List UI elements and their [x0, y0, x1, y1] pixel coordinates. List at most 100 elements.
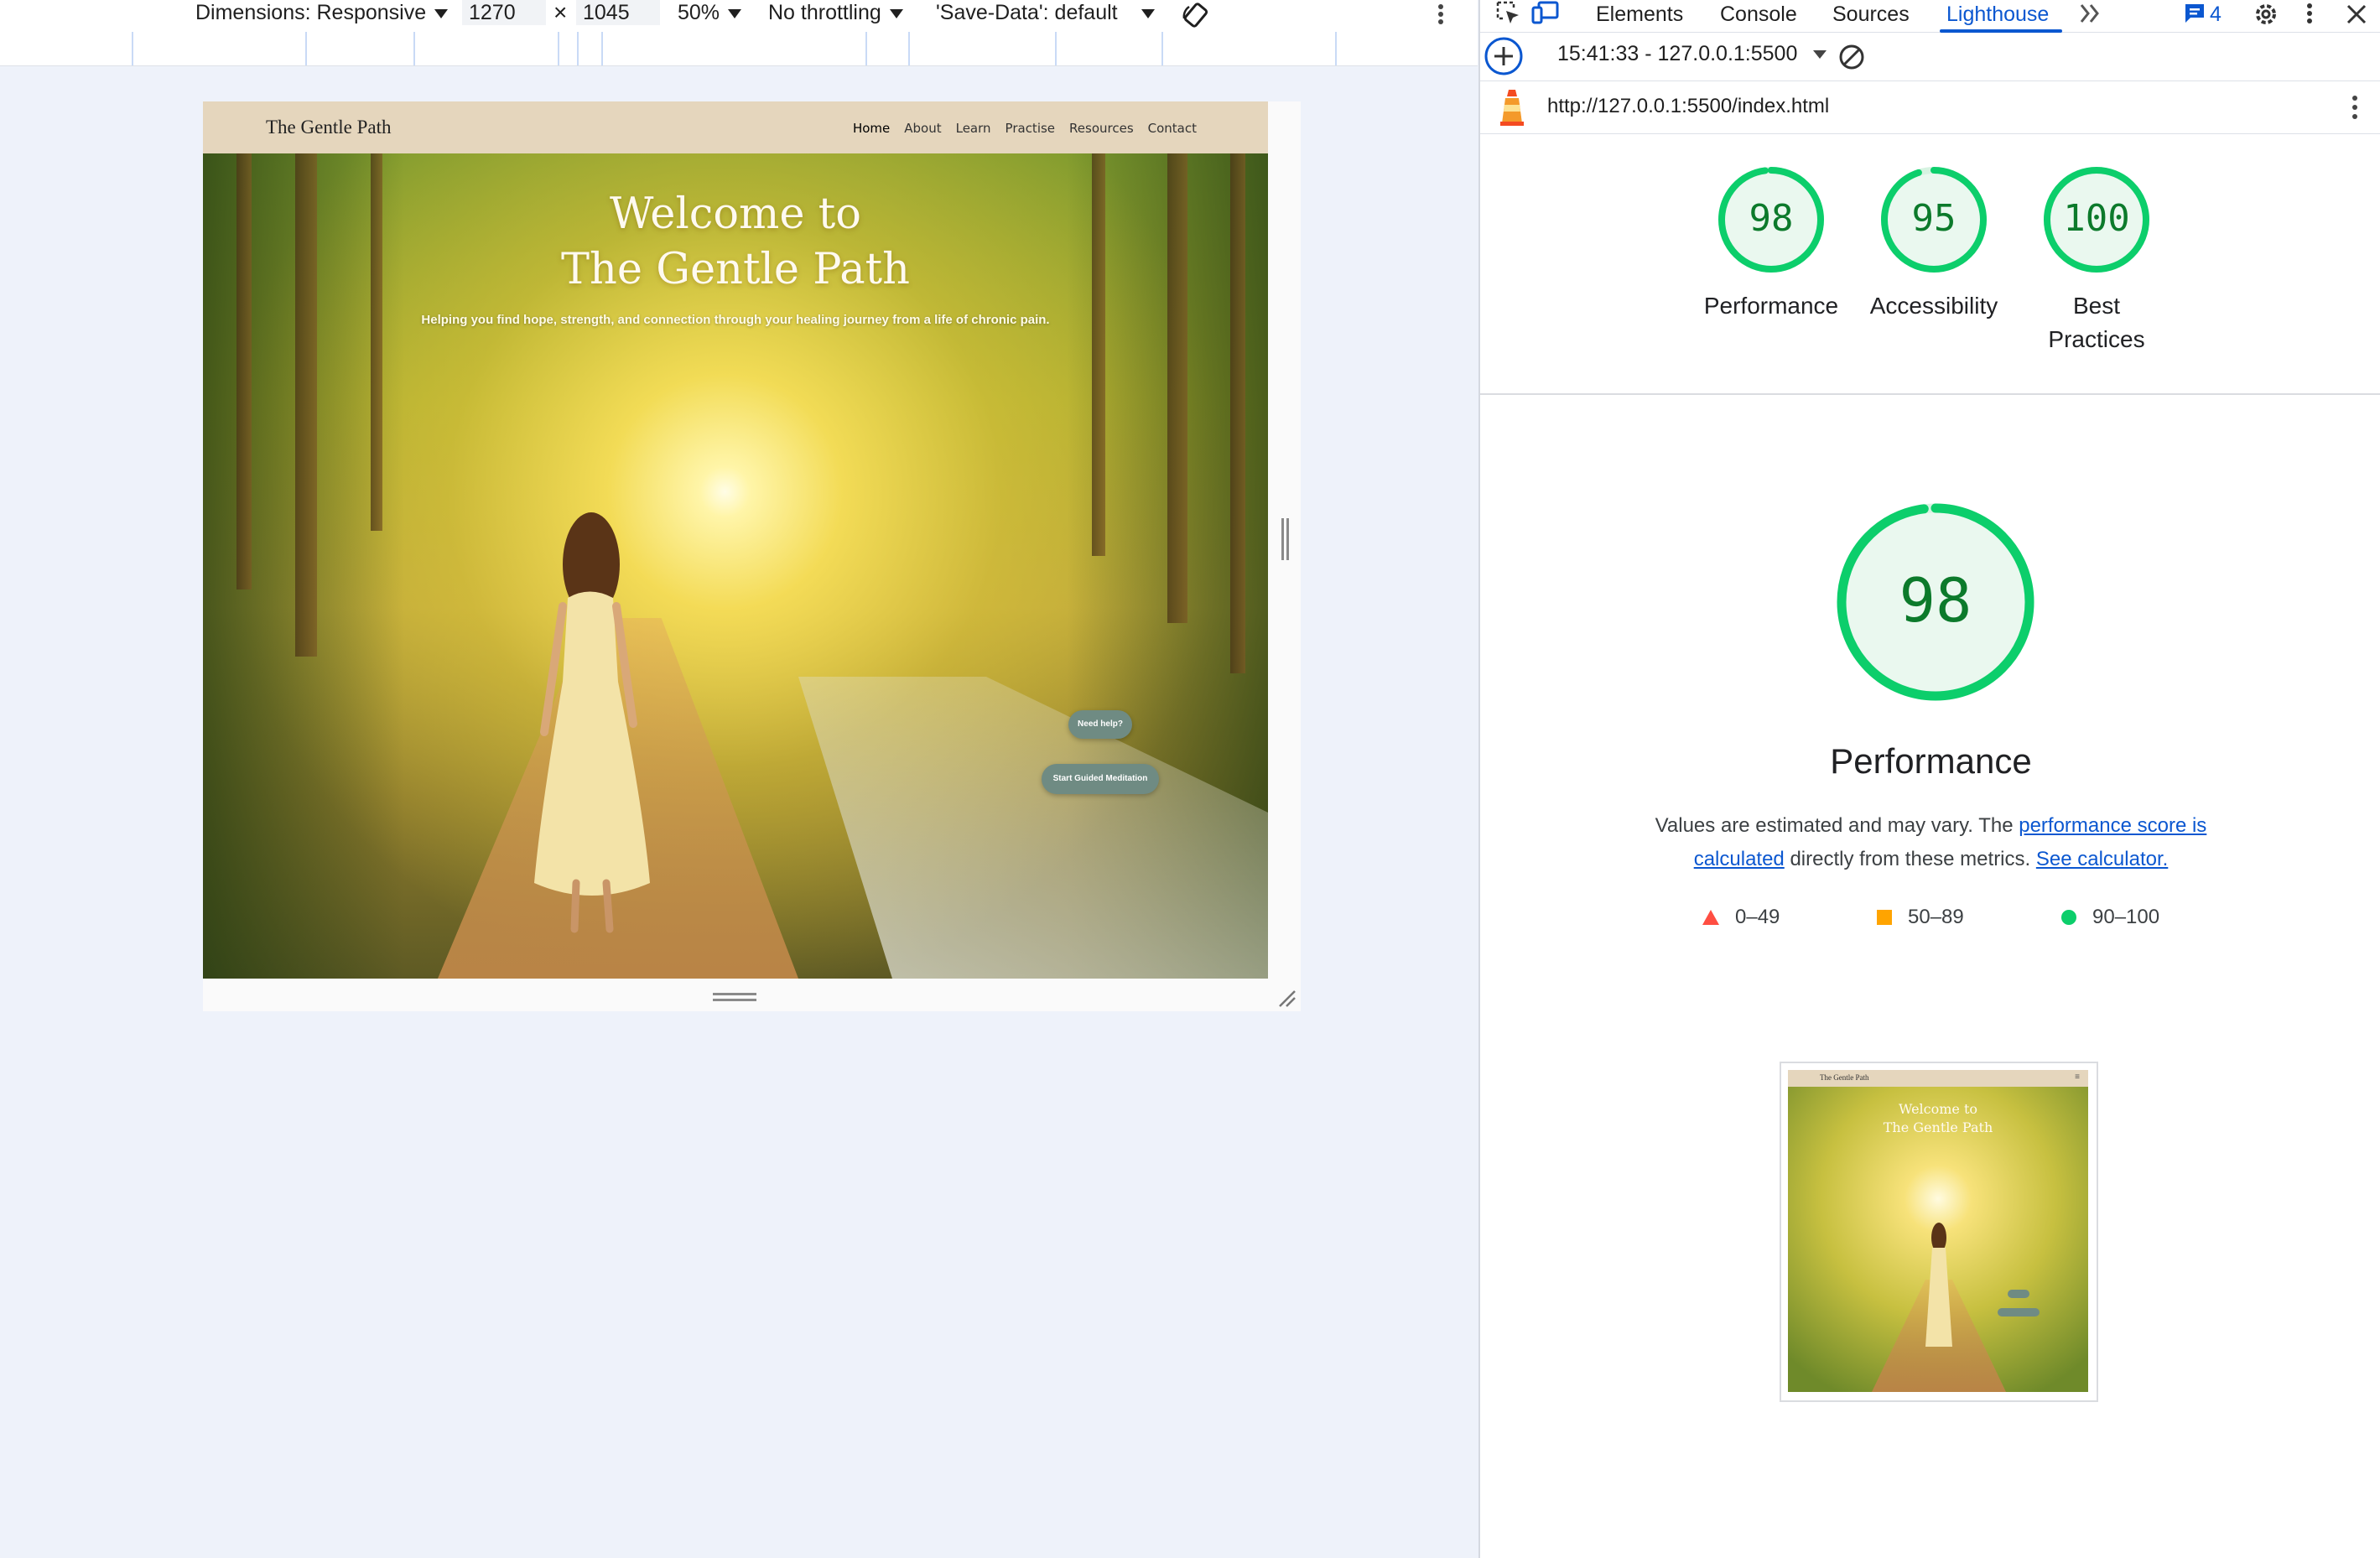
nav-link-home[interactable]: Home	[853, 121, 890, 136]
gauge-ring: 98	[1718, 167, 1824, 273]
gauge-best-practices[interactable]: 100	[2040, 164, 2153, 280]
resize-corner-icon[interactable]	[1276, 988, 1297, 1008]
legend-fail: 0–49	[1702, 906, 1780, 929]
settings-gear-icon[interactable]	[2252, 0, 2280, 29]
green-circle-icon	[2061, 910, 2076, 925]
report-menu-icon[interactable]	[2347, 93, 2362, 122]
dimensions-label: Dimensions: Responsive	[195, 1, 427, 24]
legend-pass-label: 90–100	[2092, 906, 2160, 928]
dimensions-dropdown[interactable]: Dimensions: Responsive	[195, 0, 449, 30]
start-meditation-button[interactable]: Start Guided Meditation	[1042, 764, 1159, 794]
ruler-tick	[305, 32, 307, 65]
chevron-down-icon	[1141, 8, 1155, 18]
orange-square-icon	[1877, 910, 1892, 925]
save-data-dropdown[interactable]: 'Save-Data': default	[936, 0, 1155, 30]
thumbnail-title: Welcome to The Gentle Path	[1788, 1100, 2088, 1137]
ruler-tick	[908, 32, 910, 65]
device-toolbar-toggle-icon[interactable]	[1530, 0, 1561, 27]
report-selector[interactable]: 15:41:33 - 127.0.0.1:5500	[1557, 42, 1827, 66]
lighthouse-logo-icon	[1500, 90, 1524, 126]
devtools-tabs-bar: Elements Console Sources Lighthouse 4	[1480, 0, 2380, 33]
nav-link-about[interactable]: About	[904, 121, 941, 136]
see-calculator-link[interactable]: See calculator.	[2036, 848, 2168, 870]
ruler-tick	[413, 32, 415, 65]
thumbnail-image: The Gentle Path ≡ Welcome to The Gentle …	[1788, 1070, 2088, 1392]
ruler-tick	[1335, 32, 1337, 65]
gauge-performance[interactable]: 98	[1715, 164, 1827, 280]
lighthouse-url-bar: http://127.0.0.1:5500/index.html	[1480, 81, 2380, 134]
hero-title: Welcome to The Gentle Path	[203, 187, 1268, 298]
chevron-down-icon	[1813, 50, 1827, 60]
gauge-score: 100	[2063, 197, 2129, 240]
nav-link-resources[interactable]: Resources	[1069, 121, 1134, 136]
site-brand[interactable]: The Gentle Path	[266, 117, 391, 138]
performance-heading: Performance	[1830, 741, 2032, 781]
more-tabs-icon[interactable]	[2078, 2, 2103, 25]
ruler-tick	[1055, 32, 1057, 65]
times-sign: ×	[553, 0, 568, 25]
desc-text: Values are estimated and may vary. The	[1655, 814, 2019, 837]
main-performance-gauge: 98	[1837, 503, 2034, 701]
hamburger-icon: ≡	[2075, 1072, 2080, 1082]
inspect-element-icon[interactable]	[1495, 0, 1522, 27]
clear-reports-icon[interactable]	[1837, 43, 1866, 71]
final-screenshot-thumbnail[interactable]: The Gentle Path ≡ Welcome to The Gentle …	[1780, 1062, 2098, 1402]
tab-elements[interactable]: Elements	[1596, 0, 1683, 29]
red-triangle-icon	[1702, 910, 1719, 925]
thumbnail-title-line2: The Gentle Path	[1883, 1119, 1993, 1135]
gauge-accessibility[interactable]: 95	[1878, 164, 1990, 280]
gauge-label-line: Best	[2072, 293, 2121, 319]
tab-lighthouse[interactable]: Lighthouse	[1946, 0, 2049, 29]
report-selector-label: 15:41:33 - 127.0.0.1:5500	[1557, 42, 1798, 65]
legend-average-label: 50–89	[1908, 906, 1964, 928]
tab-sources[interactable]: Sources	[1832, 0, 1910, 29]
main-gauge-score: 98	[1899, 565, 1972, 636]
thumbnail-navbar: The Gentle Path ≡	[1788, 1070, 2088, 1087]
resize-handle-bottom[interactable]	[713, 993, 756, 995]
ruler-tick	[865, 32, 867, 65]
gauge-score: 95	[1912, 197, 1956, 240]
width-input[interactable]: 1270	[462, 0, 546, 25]
devtools-menu-icon[interactable]	[2302, 2, 2317, 27]
thumbnail-brand: The Gentle Path	[1820, 1073, 1869, 1082]
hero-subtitle: Helping you find hope, strength, and con…	[421, 313, 1050, 327]
rotate-icon[interactable]	[1181, 2, 1211, 30]
desc-text: directly from these metrics.	[1784, 848, 2036, 870]
resize-handle-right[interactable]	[1281, 518, 1284, 560]
zoom-label: 50%	[678, 1, 720, 24]
gauge-label-accessibility: Accessibility	[1854, 289, 2014, 323]
hero-title-line2: The Gentle Path	[561, 245, 910, 294]
chevron-down-icon	[728, 8, 742, 18]
thumbnail-title-line1: Welcome to	[1898, 1101, 1978, 1117]
audited-url: http://127.0.0.1:5500/index.html	[1547, 95, 1830, 117]
zoom-dropdown[interactable]: 50%	[678, 0, 742, 30]
legend-fail-label: 0–49	[1735, 906, 1780, 928]
thumbnail-help-button	[2008, 1290, 2029, 1298]
nav-link-contact[interactable]: Contact	[1148, 121, 1197, 136]
gauge-label-line: Accessibility	[1869, 293, 1998, 319]
gauge-label-line: Practices	[2048, 326, 2145, 352]
need-help-button[interactable]: Need help?	[1068, 710, 1132, 739]
hero-title-line1: Welcome to	[610, 190, 861, 239]
gauge-ring: 100	[2044, 167, 2149, 273]
gauge-label-performance: Performance	[1691, 289, 1851, 323]
new-report-icon[interactable]	[1484, 36, 1524, 76]
throttling-dropdown[interactable]: No throttling	[768, 0, 903, 30]
site-navbar: The Gentle Path Home About Learn Practis…	[203, 101, 1268, 153]
tab-console[interactable]: Console	[1720, 0, 1797, 29]
issues-count[interactable]: 4	[2210, 0, 2222, 29]
gauge-label-best-practices: Best Practices	[2017, 289, 2176, 356]
nav-link-practise[interactable]: Practise	[1006, 121, 1055, 136]
nav-link-learn[interactable]: Learn	[956, 121, 991, 136]
hero-section: Welcome to The Gentle Path Helping you f…	[203, 153, 1268, 979]
chevron-down-icon	[434, 8, 449, 18]
gauge-score: 98	[1749, 197, 1794, 240]
thumbnail-figure	[1925, 1223, 1952, 1347]
legend-pass: 90–100	[2060, 906, 2159, 929]
legend-average: 50–89	[1876, 906, 1964, 929]
lighthouse-toolbar: 15:41:33 - 127.0.0.1:5500	[1480, 33, 2380, 81]
close-devtools-icon[interactable]	[2344, 2, 2369, 27]
more-options-icon[interactable]	[1432, 3, 1449, 28]
issues-icon[interactable]	[2183, 2, 2206, 25]
height-input[interactable]: 1045	[576, 0, 660, 25]
